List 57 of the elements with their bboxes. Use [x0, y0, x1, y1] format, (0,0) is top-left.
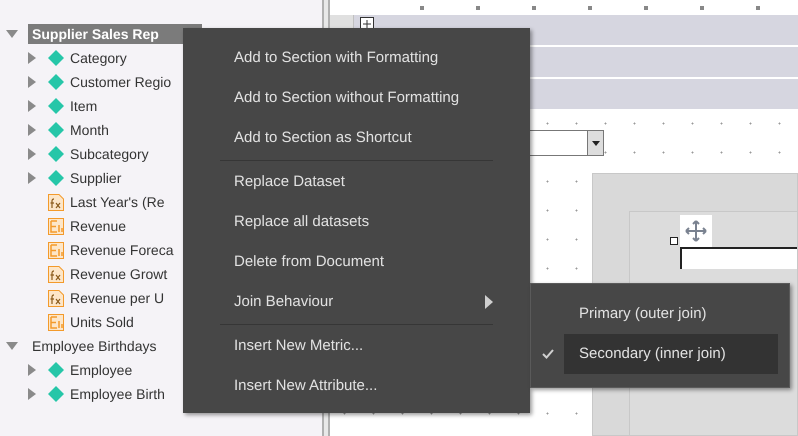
tree-item-label[interactable]: Revenue Foreca [70, 240, 174, 260]
collapsed-arrow-icon[interactable] [26, 172, 38, 184]
menu-item[interactable]: Add to Section as Shortcut [220, 118, 493, 158]
menu-item[interactable]: Insert New Attribute... [220, 366, 493, 406]
tree-item-label[interactable]: Customer Regio [70, 72, 172, 92]
check-icon [542, 349, 554, 359]
menu-item[interactable]: Replace Dataset [220, 162, 493, 202]
expanded-arrow-icon[interactable] [6, 28, 18, 40]
formula-icon [48, 290, 64, 306]
formula-icon [48, 194, 64, 210]
move-handle[interactable] [680, 215, 712, 247]
collapsed-arrow-icon[interactable] [26, 364, 38, 376]
formula-icon [48, 266, 64, 282]
diamond-icon [48, 170, 64, 186]
move-icon [685, 220, 707, 242]
diamond-icon [48, 74, 64, 90]
collapsed-arrow-icon[interactable] [26, 388, 38, 400]
metric-icon [48, 218, 64, 234]
tree-item-label[interactable]: Revenue [70, 216, 126, 236]
submenu-item[interactable]: Secondary (inner join) [564, 334, 778, 374]
collapsed-arrow-icon[interactable] [26, 148, 38, 160]
tree-item-label[interactable]: Last Year's (Re [70, 192, 165, 212]
tree-item-label[interactable]: Employee [70, 360, 132, 380]
diamond-icon [48, 50, 64, 66]
menu-item[interactable]: Join Behaviour [220, 282, 493, 322]
tree-item-label[interactable]: Revenue Growt [70, 264, 168, 284]
submenu-arrow-icon [485, 295, 493, 309]
tree-item-label[interactable]: Supplier [70, 168, 122, 188]
diamond-icon [48, 362, 64, 378]
tree-item-label[interactable]: Revenue per U [70, 288, 164, 308]
diamond-icon [48, 386, 64, 402]
tree-item-label[interactable]: Item [70, 96, 98, 116]
menu-item[interactable]: Delete from Document [220, 242, 493, 282]
submenu-item[interactable]: Primary (outer join) [564, 294, 778, 334]
tree-item-label[interactable]: Category [70, 48, 127, 68]
diamond-icon [48, 122, 64, 138]
diamond-icon [48, 98, 64, 114]
collapsed-arrow-icon[interactable] [26, 100, 38, 112]
tree-item-label[interactable]: Employee Birth [70, 384, 165, 404]
diamond-icon [48, 146, 64, 162]
collapsed-arrow-icon[interactable] [26, 124, 38, 136]
tree-item-label[interactable]: Subcategory [70, 144, 149, 164]
dataset-name[interactable]: Employee Birthdays [28, 336, 161, 356]
caret-icon [592, 140, 600, 146]
menu-item[interactable]: Add to Section with Formatting [220, 38, 493, 78]
tree-item-label[interactable]: Units Sold [70, 312, 134, 332]
expanded-arrow-icon[interactable] [6, 340, 18, 352]
resize-handle[interactable] [670, 237, 678, 245]
collapsed-arrow-icon[interactable] [26, 76, 38, 88]
tree-item-label[interactable]: Month [70, 120, 109, 140]
metric-icon [48, 242, 64, 258]
metric-icon [48, 314, 64, 330]
dataset-name[interactable]: Supplier Sales Rep [28, 24, 202, 44]
menu-item[interactable]: Replace all datasets [220, 202, 493, 242]
menu-item[interactable]: Insert New Metric... [220, 326, 493, 366]
menu-item[interactable]: Add to Section without Formatting [220, 78, 493, 118]
collapsed-arrow-icon[interactable] [26, 52, 38, 64]
